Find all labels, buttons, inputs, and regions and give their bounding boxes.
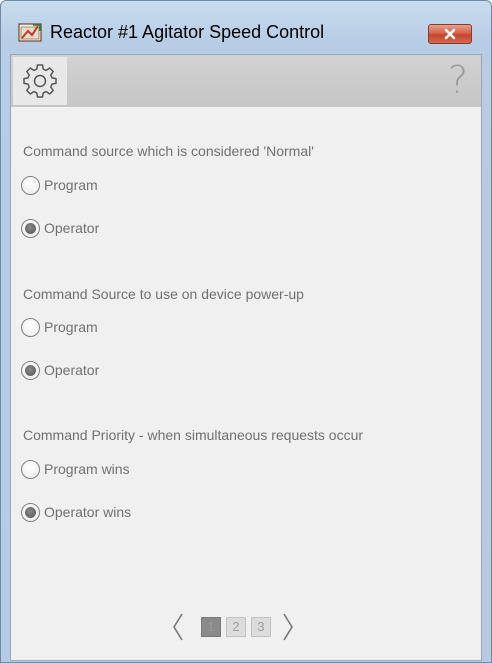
close-icon [444, 28, 456, 40]
radio-button[interactable] [21, 459, 40, 479]
priority-operator-wins-option[interactable]: Operator wins [21, 501, 131, 523]
radio-label: Program wins [44, 461, 130, 477]
page-button-2[interactable]: 2 [226, 617, 246, 637]
normal-source-program-option[interactable]: Program [21, 174, 98, 196]
radio-button[interactable] [21, 502, 40, 522]
title-bar[interactable]: Reactor #1 Agitator Speed Control [1, 1, 491, 47]
radio-label: Operator [44, 362, 100, 378]
page-button-3[interactable]: 3 [251, 617, 271, 637]
priority-program-wins-option[interactable]: Program wins [21, 458, 130, 480]
normal-source-operator-option[interactable]: Operator [21, 217, 99, 239]
help-button[interactable]: ? [443, 55, 473, 105]
gear-icon [23, 64, 57, 98]
radio-button[interactable] [21, 360, 40, 380]
radio-label: Operator wins [44, 504, 132, 520]
close-button[interactable] [428, 24, 472, 44]
settings-tab[interactable] [13, 57, 67, 105]
radio-label: Program [44, 177, 98, 193]
radio-button[interactable] [21, 317, 40, 337]
command-priority-label: Command Priority - when simultaneous req… [23, 427, 364, 443]
radio-label: Operator [44, 220, 100, 236]
normal-command-source-label: Command source which is considered 'Norm… [23, 143, 314, 159]
power-up-source-program-option[interactable]: Program [21, 316, 98, 338]
power-up-command-source-label: Command Source to use on device power-up [23, 286, 304, 302]
radio-button[interactable] [21, 218, 40, 238]
radio-button[interactable] [21, 175, 40, 195]
faceplate-toolbar: ? [11, 55, 481, 107]
chevron-right-icon[interactable] [281, 612, 295, 642]
chevron-left-icon[interactable] [171, 612, 185, 642]
faceplate-content: ? Command source which is considered 'No… [10, 54, 482, 661]
power-up-source-operator-option[interactable]: Operator [21, 359, 99, 381]
faceplate-window: Reactor #1 Agitator Speed Control ? Comm… [0, 0, 492, 663]
window-title: Reactor #1 Agitator Speed Control [50, 22, 325, 42]
page-button-1[interactable]: 1 [201, 617, 221, 637]
faceplate-app-icon [18, 23, 42, 42]
radio-label: Program [44, 319, 98, 335]
